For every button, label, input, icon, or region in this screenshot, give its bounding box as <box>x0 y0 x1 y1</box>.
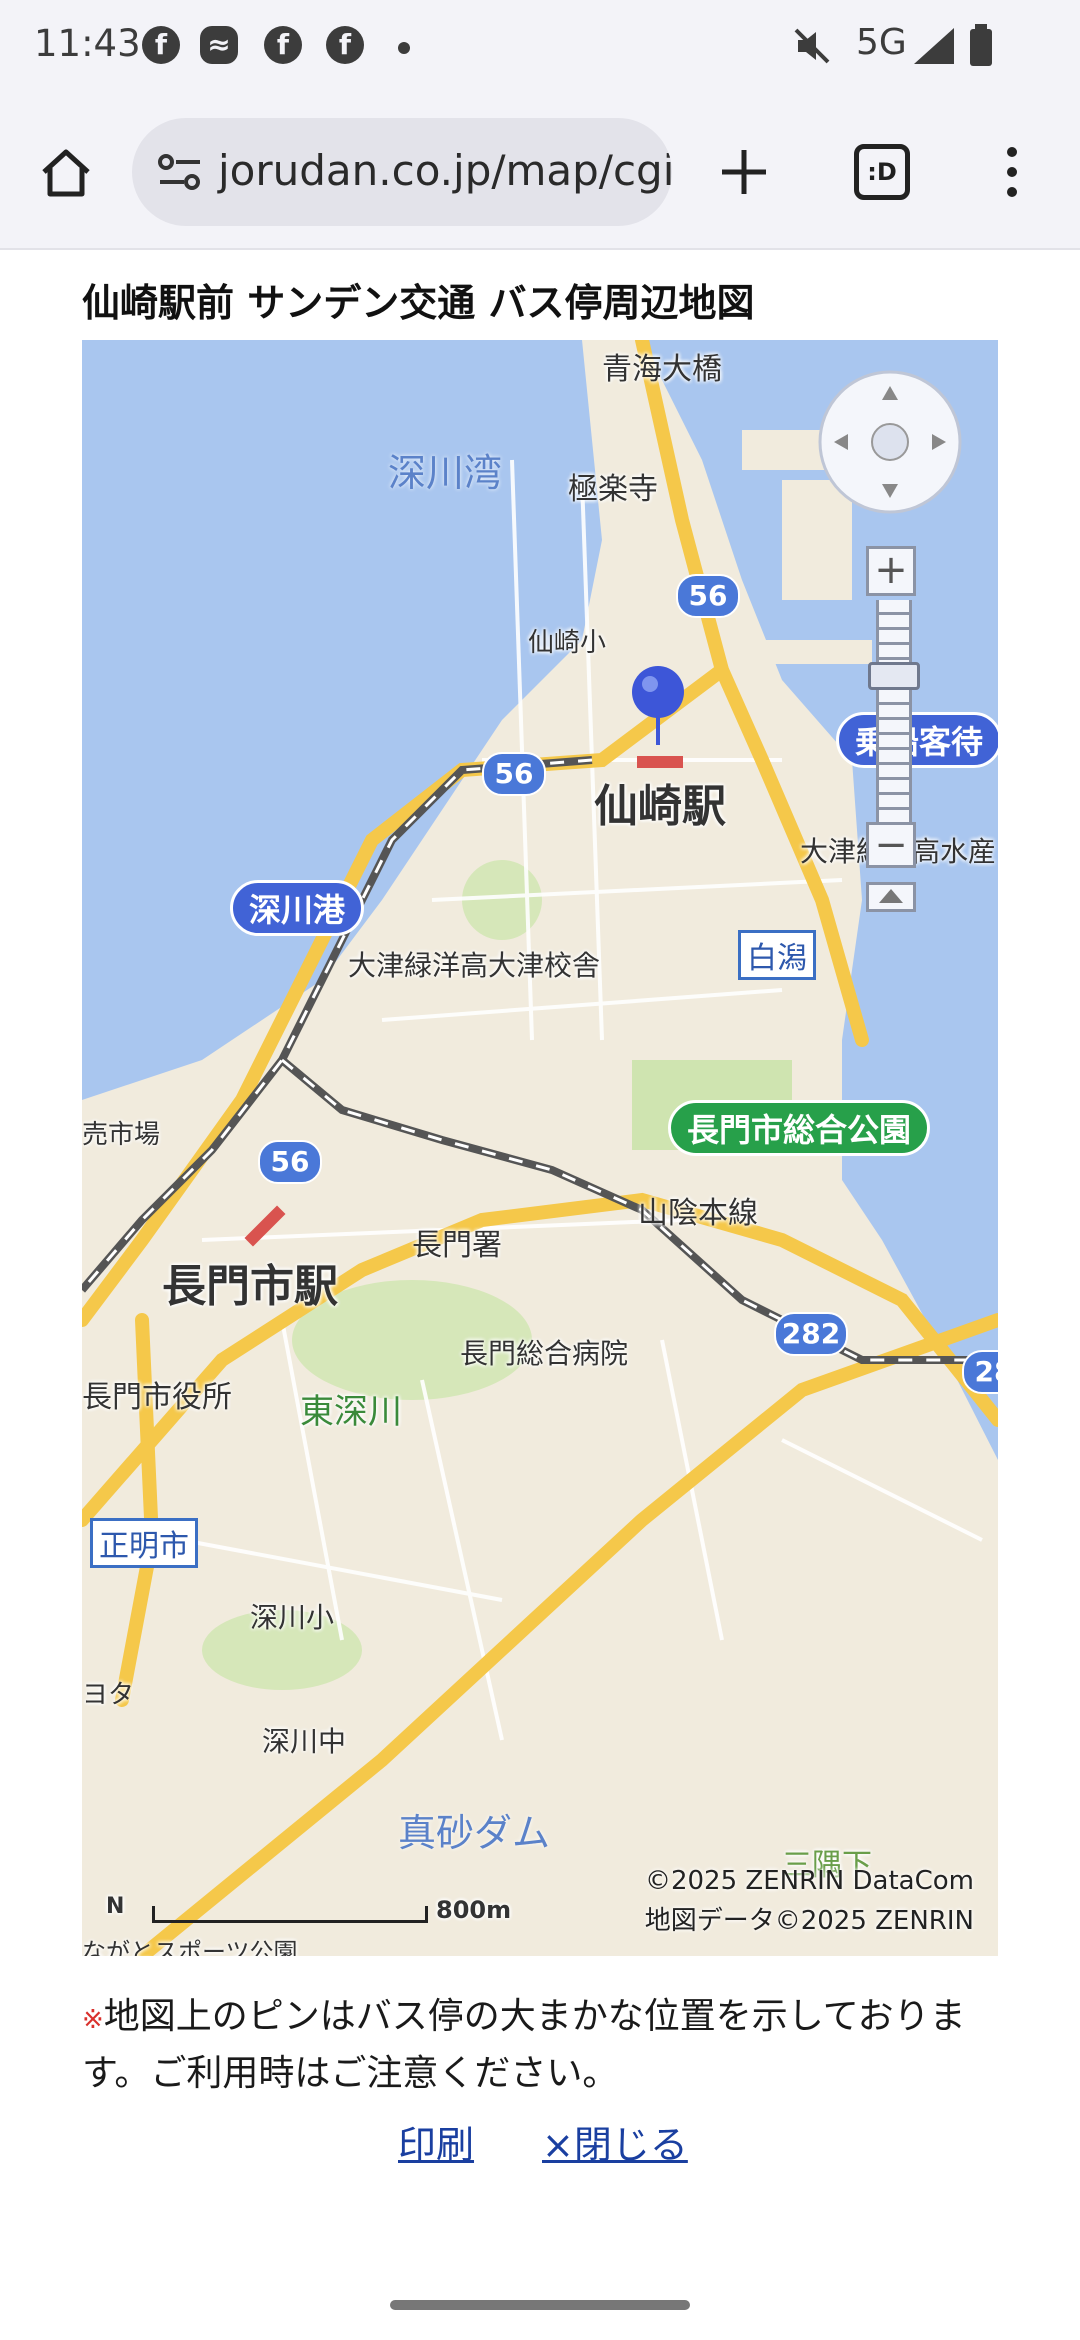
place-sign: 正明市 <box>90 1518 198 1568</box>
mute-icon <box>794 28 830 64</box>
url-bar[interactable]: jorudan.co.jp/map/cgi... <box>132 118 672 226</box>
route-shield: 282 <box>774 1312 848 1356</box>
map-label: 青海大橋 <box>602 352 722 387</box>
map-label: 長門総合病院 <box>460 1337 629 1370</box>
zoom-slider-handle[interactable] <box>868 662 920 690</box>
station-label: 仙崎駅 <box>594 781 726 832</box>
map-label: ながとスポーツ公園 <box>82 1938 298 1956</box>
map-label: 大津緑洋高大津校舎 <box>348 949 601 982</box>
tab-count: :D <box>854 144 910 200</box>
status-time: 11:43 <box>34 22 141 65</box>
battery-icon <box>970 24 992 66</box>
map-label: ヨタ <box>82 1680 135 1710</box>
browser-toolbar: jorudan.co.jp/map/cgi... :D <box>0 96 1080 250</box>
map-label: 長門市役所 <box>82 1380 232 1415</box>
route-shield: 56 <box>482 752 546 796</box>
facebook-icon: f <box>264 26 302 64</box>
map-label: 山陰本線 <box>638 1196 758 1231</box>
site-settings-icon[interactable] <box>156 152 204 192</box>
note-mark: ※ <box>82 2005 104 2035</box>
plus-icon <box>722 150 766 194</box>
tab-switcher-button[interactable]: :D <box>842 132 922 212</box>
map-label: 極楽寺 <box>568 472 658 507</box>
map-label: 深川中 <box>262 1725 347 1758</box>
signal-icon <box>914 28 954 64</box>
close-link[interactable]: ×閉じる <box>542 2114 688 2169</box>
copyright-line: ©2025 ZENRIN DataCom <box>644 1866 974 1896</box>
map-label: 仙崎小 <box>528 628 607 658</box>
gesture-navigation-bar[interactable] <box>390 2300 690 2310</box>
zoom-out-button[interactable]: − <box>866 822 916 868</box>
zoom-in-button[interactable]: + <box>866 546 916 596</box>
note-text: 地図上のピンはバス停の大まかな位置を示しております。ご利用時はご注意ください。 <box>82 1996 966 2094</box>
map-label: 売市場 <box>82 1120 161 1150</box>
station-label: 長門市駅 <box>162 1261 338 1312</box>
map-label: 真砂ダム <box>398 1811 551 1855</box>
home-icon <box>42 149 90 197</box>
north-label: N <box>106 1894 125 1919</box>
new-tab-button[interactable] <box>704 132 784 212</box>
more-notifications-dot <box>398 42 410 54</box>
copyright-line: 地図データ©2025 ZENRIN <box>644 1906 974 1936</box>
scale-label: 800m <box>436 1896 512 1924</box>
home-button[interactable] <box>26 132 106 212</box>
ferry-label: 乗船客待 <box>836 712 998 768</box>
facebook-icon: f <box>142 26 180 64</box>
route-shield: 56 <box>258 1140 322 1184</box>
port-label: 深川港 <box>230 880 365 936</box>
map-view[interactable]: 青海大橋 深川湾 極楽寺 仙崎小 仙崎駅 大津緑洋高大津校舎 大津緑洋高水産 長… <box>82 340 998 1956</box>
route-shield: 56 <box>676 574 740 618</box>
map-label: 長門署 <box>412 1228 502 1263</box>
url-text: jorudan.co.jp/map/cgi... <box>218 146 672 195</box>
park-label: 長門市総合公園 <box>668 1100 931 1156</box>
route-shield: 28 <box>962 1350 998 1394</box>
place-sign: 白潟 <box>738 930 816 980</box>
menu-button[interactable] <box>972 132 1052 212</box>
scale-bar <box>152 1906 428 1923</box>
print-link[interactable]: 印刷 <box>398 2114 474 2169</box>
disclaimer-note: ※地図上のピンはバス停の大まかな位置を示しております。ご利用時はご注意ください。 <box>82 1990 1002 2101</box>
network-type: 5G <box>856 22 907 63</box>
page-title: 仙崎駅前 サンデン交通 バス停周辺地図 <box>82 281 755 325</box>
map-label: 深川湾 <box>388 451 503 495</box>
map-label: 東深川 <box>300 1392 402 1432</box>
map-pan-control[interactable] <box>816 368 964 516</box>
zoom-reset-button[interactable] <box>866 882 916 912</box>
map-label: 深川小 <box>250 1601 335 1634</box>
status-bar: 11:43 f ≈ f f 5G <box>0 0 1080 96</box>
more-vert-icon <box>1007 147 1017 197</box>
messenger-icon: ≈ <box>200 26 238 64</box>
facebook-icon: f <box>326 26 364 64</box>
